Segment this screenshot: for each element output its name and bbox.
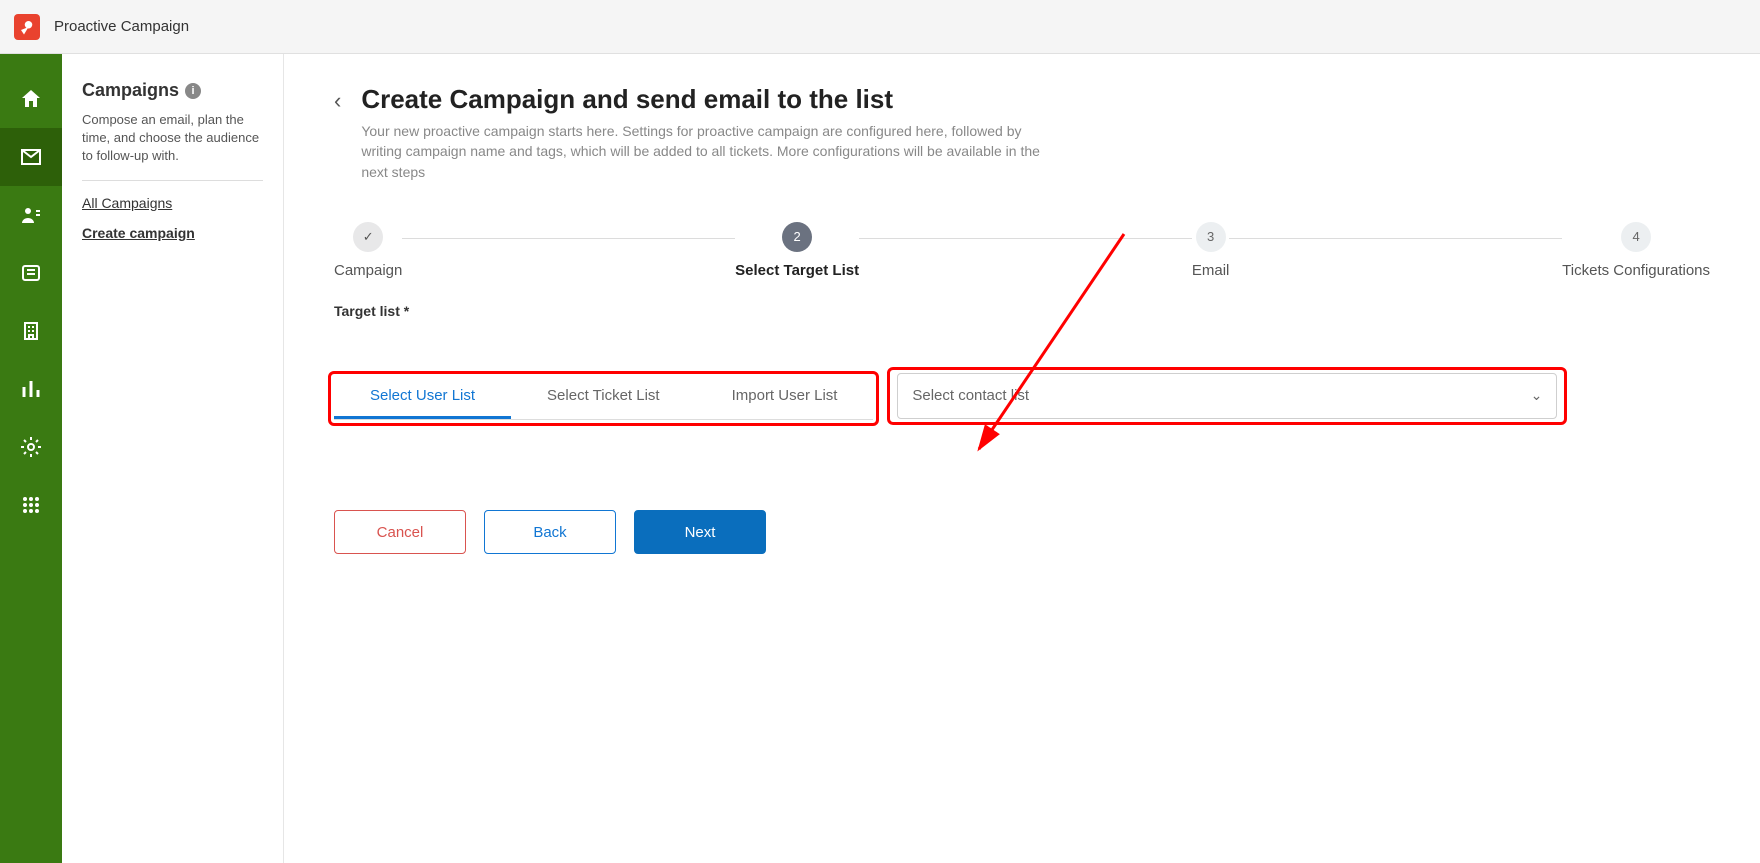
nav-tickets[interactable] bbox=[0, 244, 62, 302]
step-number: 2 bbox=[782, 222, 812, 252]
nav-settings[interactable] bbox=[0, 418, 62, 476]
step-connector bbox=[859, 238, 1192, 239]
target-list-label: Target list * bbox=[334, 303, 1710, 319]
people-icon bbox=[19, 203, 43, 227]
step-connector bbox=[1229, 238, 1562, 239]
nav-knowledge[interactable] bbox=[0, 302, 62, 360]
sidebar-panel: Campaigns i Compose an email, plan the t… bbox=[62, 54, 284, 863]
annotation-arrow-tabs bbox=[284, 326, 294, 366]
building-icon bbox=[19, 319, 43, 343]
grid-icon bbox=[19, 493, 43, 517]
step-campaign[interactable]: ✓ Campaign bbox=[334, 222, 402, 279]
next-button[interactable]: Next bbox=[634, 510, 766, 554]
step-target-list[interactable]: 2 Select Target List bbox=[735, 222, 859, 279]
back-button[interactable]: Back bbox=[484, 510, 616, 554]
step-connector bbox=[402, 238, 735, 239]
chart-icon bbox=[19, 377, 43, 401]
sidebar-heading: Campaigns bbox=[82, 80, 179, 101]
dropdown-placeholder: Select contact list bbox=[912, 387, 1029, 404]
chevron-down-icon: ⌄ bbox=[1531, 387, 1543, 404]
step-number: 3 bbox=[1196, 222, 1226, 252]
mail-icon bbox=[19, 145, 43, 169]
step-tickets-config[interactable]: 4 Tickets Configurations bbox=[1562, 222, 1710, 279]
sidebar-description: Compose an email, plan the time, and cho… bbox=[82, 111, 263, 181]
step-label: Email bbox=[1192, 262, 1230, 279]
nav-contacts[interactable] bbox=[0, 186, 62, 244]
link-create-campaign[interactable]: Create campaign bbox=[82, 225, 263, 241]
stepper: ✓ Campaign 2 Select Target List 3 Email … bbox=[334, 222, 1710, 279]
target-list-tabs: Select User List Select Ticket List Impo… bbox=[334, 377, 873, 420]
nav-home[interactable] bbox=[0, 70, 62, 128]
content-area: ‹ Create Campaign and send email to the … bbox=[284, 54, 1760, 863]
cancel-button[interactable]: Cancel bbox=[334, 510, 466, 554]
nav-apps[interactable] bbox=[0, 476, 62, 534]
step-number: 4 bbox=[1621, 222, 1651, 252]
gear-icon bbox=[19, 435, 43, 459]
contact-list-dropdown[interactable]: Select contact list ⌄ bbox=[897, 373, 1557, 419]
tab-import-user-list[interactable]: Import User List bbox=[696, 377, 874, 419]
step-label: Campaign bbox=[334, 262, 402, 279]
nav-reports[interactable] bbox=[0, 360, 62, 418]
tab-select-ticket-list[interactable]: Select Ticket List bbox=[511, 377, 696, 419]
info-icon[interactable]: i bbox=[185, 83, 201, 99]
app-logo bbox=[14, 14, 40, 40]
app-title: Proactive Campaign bbox=[54, 18, 189, 35]
page-title: Create Campaign and send email to the li… bbox=[361, 84, 1061, 115]
back-chevron-icon[interactable]: ‹ bbox=[334, 88, 341, 114]
tab-select-user-list[interactable]: Select User List bbox=[334, 377, 511, 419]
home-icon bbox=[19, 87, 43, 111]
step-email[interactable]: 3 Email bbox=[1192, 222, 1230, 279]
step-label: Tickets Configurations bbox=[1562, 262, 1710, 279]
ticket-icon bbox=[19, 261, 43, 285]
page-description: Your new proactive campaign starts here.… bbox=[361, 121, 1061, 182]
nav-rail bbox=[0, 54, 62, 863]
step-label: Select Target List bbox=[735, 262, 859, 279]
link-all-campaigns[interactable]: All Campaigns bbox=[82, 195, 263, 211]
check-icon: ✓ bbox=[353, 222, 383, 252]
nav-campaigns[interactable] bbox=[0, 128, 62, 186]
